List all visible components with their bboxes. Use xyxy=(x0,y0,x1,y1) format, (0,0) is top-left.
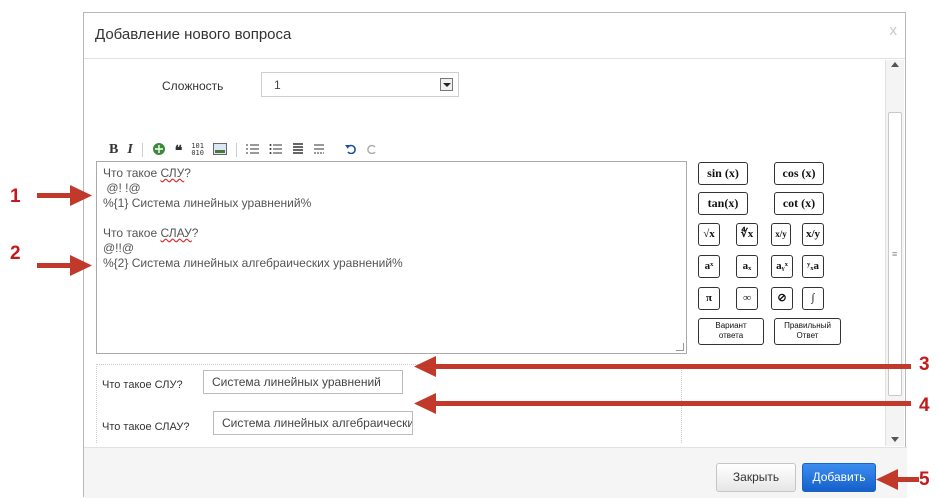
arrow-5 xyxy=(876,469,919,490)
arrow-3 xyxy=(414,356,911,377)
annotation-number-1: 1 xyxy=(10,186,21,207)
arrow-4 xyxy=(414,393,911,414)
annotation-number-4: 4 xyxy=(919,395,930,416)
annotation-number-5: 5 xyxy=(919,469,930,490)
annotation-number-2: 2 xyxy=(10,243,21,264)
arrow-2 xyxy=(37,255,92,276)
annotation-number-3: 3 xyxy=(919,354,930,375)
annotation-arrows xyxy=(37,185,919,490)
arrow-1 xyxy=(37,185,92,206)
